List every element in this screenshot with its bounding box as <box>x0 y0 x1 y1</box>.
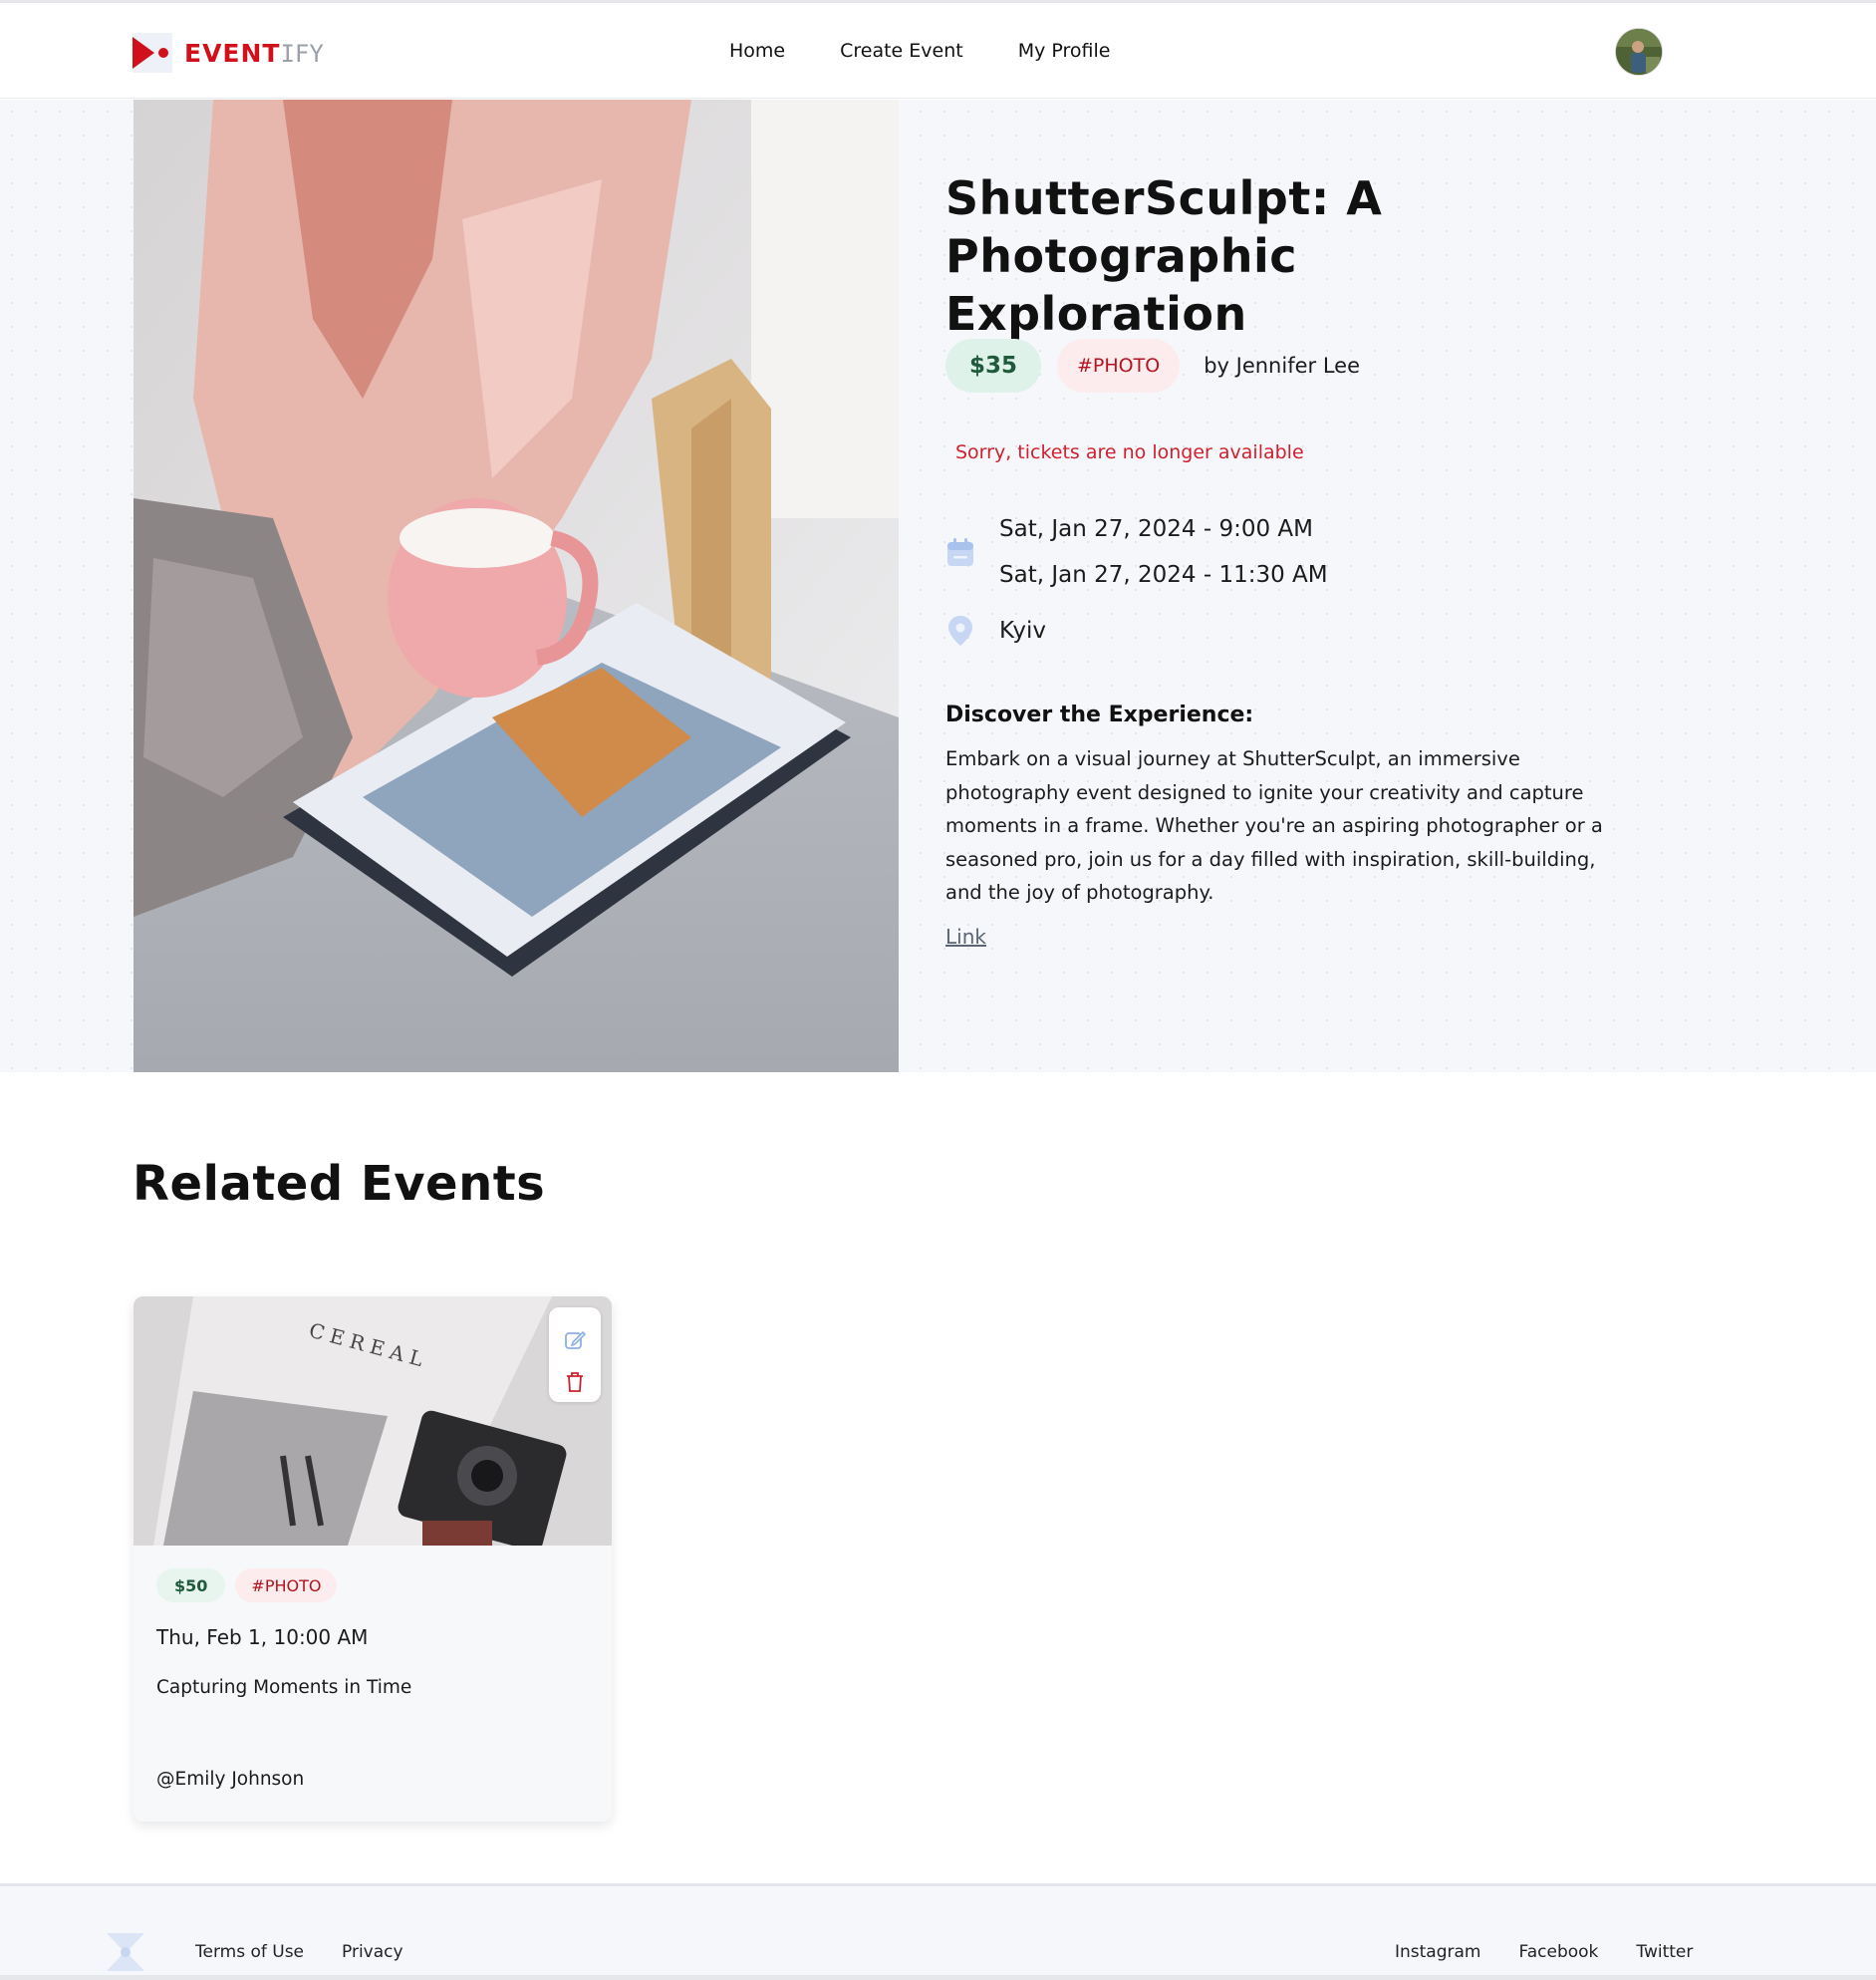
event-start: Sat, Jan 27, 2024 - 9:00 AM <box>999 516 1313 542</box>
nav-home[interactable]: Home <box>729 40 785 62</box>
footer-logo-icon[interactable] <box>103 1929 148 1975</box>
event-card-image: CEREAL <box>134 1296 612 1546</box>
location-text: Kyiv <box>999 618 1047 644</box>
price-badge: $35 <box>945 339 1042 393</box>
card-date: Thu, Feb 1, 10:00 AM <box>156 1625 369 1649</box>
calendar-icon <box>945 537 975 567</box>
user-avatar[interactable] <box>1615 28 1663 76</box>
event-title: ShutterSculpt: A Photographic Exploratio… <box>945 171 1383 341</box>
card-price-badge: $50 <box>156 1568 226 1602</box>
edit-icon[interactable] <box>562 1327 588 1353</box>
organizer: by Jennifer Lee <box>1204 354 1360 378</box>
card-title[interactable]: Capturing Moments in Time <box>156 1677 411 1698</box>
bottom-border <box>0 1975 1876 1980</box>
card-category-tag[interactable]: #PHOTO <box>235 1568 338 1602</box>
event-details: ShutterSculpt: A Photographic Exploratio… <box>945 169 1603 949</box>
footer-privacy-link[interactable]: Privacy <box>342 1942 403 1962</box>
category-tag[interactable]: #PHOTO <box>1057 339 1181 393</box>
footer-twitter-link[interactable]: Twitter <box>1636 1942 1693 1962</box>
description-heading: Discover the Experience: <box>945 703 1254 727</box>
nav-create-event[interactable]: Create Event <box>840 40 963 62</box>
footer-links-left: Terms of Use Privacy <box>195 1942 403 1962</box>
footer-terms-link[interactable]: Terms of Use <box>195 1942 304 1962</box>
logo-mark-icon <box>133 33 172 73</box>
location-pin-icon <box>945 616 975 646</box>
site-header: EVENTIFY Home Create Event My Profile <box>0 3 1876 99</box>
event-end: Sat, Jan 27, 2024 - 11:30 AM <box>999 562 1328 588</box>
site-logo[interactable]: EVENTIFY <box>133 31 324 75</box>
main-nav: Home Create Event My Profile <box>729 40 1110 62</box>
card-meta: $50 #PHOTO <box>156 1568 338 1602</box>
nav-my-profile[interactable]: My Profile <box>1018 40 1111 62</box>
availability-message: Sorry, tickets are no longer available <box>955 441 1304 463</box>
footer-facebook-link[interactable]: Facebook <box>1519 1942 1599 1962</box>
related-events-heading: Related Events <box>133 1156 546 1212</box>
event-description: Embark on a visual journey at ShutterScu… <box>945 747 1603 904</box>
card-actions <box>549 1307 601 1402</box>
event-cover-image <box>134 100 899 1072</box>
logo-text: EVENTIFY <box>184 38 324 68</box>
event-link[interactable]: Link <box>945 925 986 949</box>
card-organizer: @Emily Johnson <box>156 1769 305 1790</box>
footer-links-right: Instagram Facebook Twitter <box>1395 1942 1693 1962</box>
trash-icon[interactable] <box>562 1369 588 1395</box>
event-card[interactable]: CEREAL $50 #PHOTO Thu, Feb 1, 10:00 AM C… <box>134 1296 612 1822</box>
event-location: Kyiv <box>945 616 1046 646</box>
event-dates: Sat, Jan 27, 2024 - 9:00 AM Sat, Jan 27,… <box>945 506 1328 598</box>
footer-instagram-link[interactable]: Instagram <box>1395 1942 1481 1962</box>
site-footer: Terms of Use Privacy Instagram Facebook … <box>0 1883 1876 1980</box>
event-meta: $35 #PHOTO by Jennifer Lee <box>945 339 1360 393</box>
